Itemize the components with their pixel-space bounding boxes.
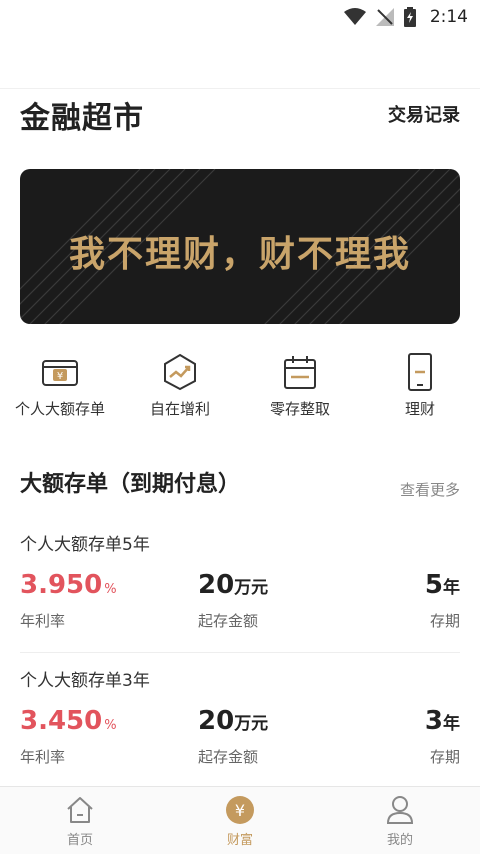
quick-action-large-deposit[interactable]: ¥ 个人大额存单 <box>0 352 120 419</box>
calendar-box-icon <box>284 356 316 389</box>
section-header: 大额存单（到期付息） 查看更多 <box>0 466 480 502</box>
amount-label: 起存金额 <box>198 748 259 766</box>
product-card[interactable]: 个人大额存单3年 3.450% 年利率 20万元 起存金额 3年 存期 <box>0 666 480 786</box>
term-unit: 年 <box>443 578 460 598</box>
term-label: 存期 <box>429 748 460 766</box>
product-card[interactable]: 个人大额存单5年 3.950% 年利率 20万元 起存金额 5年 存期 <box>0 530 480 650</box>
view-more-link[interactable]: 查看更多 <box>400 479 460 500</box>
clock-time: 2:14 <box>429 7 468 27</box>
phone-wealth-icon <box>408 353 432 391</box>
deposit-term: 3年 <box>425 706 460 736</box>
tab-mine[interactable]: 我的 <box>320 795 480 848</box>
home-icon <box>67 797 93 823</box>
tab-label: 首页 <box>66 833 93 848</box>
term-value: 3 <box>424 706 443 736</box>
min-amount: 20万元 <box>198 706 268 736</box>
deposit-term: 5年 <box>425 570 460 600</box>
battery-icon <box>403 7 416 27</box>
interest-rate: 3.450% <box>20 706 117 736</box>
amount-value: 20 <box>198 570 235 600</box>
quick-action-label: 个人大额存单 <box>14 400 105 418</box>
amount-unit: 万元 <box>234 714 269 734</box>
promo-banner[interactable]: 我不理财，财不理我 <box>20 169 460 324</box>
section-title: 大额存单（到期付息） <box>20 472 241 497</box>
no-signal-icon <box>375 8 394 26</box>
product-name: 个人大额存单5年 <box>20 535 150 555</box>
quick-actions: ¥ 个人大额存单 自在增利 零存整取 理财 <box>0 352 480 422</box>
tab-label: 财富 <box>226 833 253 848</box>
deposit-card-icon: ¥ <box>42 360 78 386</box>
quick-action-installment-savings[interactable]: 零存整取 <box>240 352 360 419</box>
rate-label: 年利率 <box>20 748 66 766</box>
quick-action-label: 理财 <box>404 400 435 418</box>
divider <box>20 652 460 653</box>
amount-label: 起存金额 <box>198 612 259 630</box>
term-label: 存期 <box>429 612 460 630</box>
tab-label: 我的 <box>386 833 413 848</box>
svg-text:¥: ¥ <box>235 801 245 820</box>
transaction-records-link[interactable]: 交易记录 <box>388 101 460 127</box>
product-name: 个人大额存单3年 <box>20 671 150 691</box>
quick-action-label: 自在增利 <box>149 400 210 418</box>
tab-home[interactable]: 首页 <box>0 795 160 848</box>
rate-label: 年利率 <box>20 612 66 630</box>
term-value: 5 <box>424 570 443 600</box>
banner-slogan: 我不理财，财不理我 <box>68 234 411 275</box>
rate-value: 3.950 <box>20 570 103 600</box>
quick-action-wealth[interactable]: 理财 <box>360 352 480 419</box>
interest-rate: 3.950% <box>20 570 117 600</box>
amount-unit: 万元 <box>234 578 269 598</box>
status-bar: 2:14 <box>0 0 480 34</box>
quick-action-label: 零存整取 <box>269 400 330 418</box>
bottom-tab-bar: 首页 ¥ 财富 我的 <box>0 786 480 854</box>
growth-hexagon-icon <box>164 353 196 391</box>
page-header: 金融超市 交易记录 <box>0 88 480 136</box>
rate-unit: % <box>104 718 117 733</box>
page-title: 金融超市 <box>20 101 144 136</box>
amount-value: 20 <box>198 706 235 736</box>
yen-coin-icon: ¥ <box>226 796 254 824</box>
term-unit: 年 <box>443 714 460 734</box>
quick-action-free-growth[interactable]: 自在增利 <box>120 352 240 419</box>
tab-wealth[interactable]: ¥ 财富 <box>160 795 320 848</box>
min-amount: 20万元 <box>198 570 268 600</box>
rate-unit: % <box>104 582 117 597</box>
person-icon <box>386 796 414 824</box>
svg-text:¥: ¥ <box>57 371 63 382</box>
rate-value: 3.450 <box>20 706 103 736</box>
wifi-icon <box>343 8 366 25</box>
